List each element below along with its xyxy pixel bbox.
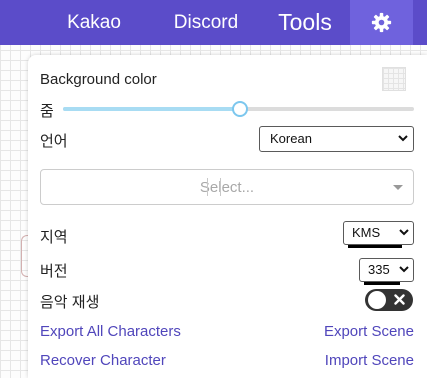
zoom-label: 줌 [40, 103, 54, 120]
text-cursor-icon [207, 178, 221, 196]
export-scene-link[interactable]: Export Scene [324, 323, 414, 340]
settings-button[interactable] [350, 0, 413, 45]
background-color-swatch[interactable] [382, 67, 406, 91]
close-icon [394, 294, 405, 305]
chevron-down-icon [399, 266, 409, 273]
zoom-slider-fill [63, 107, 239, 111]
nav-discord[interactable]: Discord [160, 0, 252, 45]
nav-tools[interactable]: Tools [266, 0, 344, 45]
item-select[interactable]: Select... [40, 169, 414, 205]
gear-icon [371, 12, 392, 33]
zoom-slider[interactable] [63, 101, 414, 117]
language-select[interactable]: Korean [259, 126, 414, 152]
zoom-slider-thumb[interactable] [231, 101, 248, 117]
region-underline [348, 245, 402, 248]
version-select[interactable]: 335 [359, 258, 414, 285]
toggle-knob [368, 291, 386, 309]
chevron-down-icon [398, 135, 408, 142]
chevron-down-icon [399, 229, 409, 236]
nav-kakao[interactable]: Kakao [55, 0, 133, 45]
import-scene-link[interactable]: Import Scene [325, 352, 414, 369]
language-select-value: Korean [270, 131, 312, 146]
music-toggle[interactable] [365, 289, 413, 311]
version-label: 버전 [40, 263, 68, 280]
settings-panel: Background color 줌 언어 Korean Select... 지… [28, 55, 427, 378]
region-select-value: KMS [352, 225, 381, 240]
language-label: 언어 [40, 133, 68, 150]
caret-down-icon [393, 185, 403, 190]
background-color-label: Background color [40, 71, 157, 88]
music-label: 음악 재생 [40, 294, 100, 311]
item-select-placeholder: Select... [199, 179, 255, 196]
export-all-characters-link[interactable]: Export All Characters [40, 323, 181, 340]
recover-character-link[interactable]: Recover Character [40, 352, 166, 369]
version-underline [364, 282, 400, 285]
region-select[interactable]: KMS [343, 221, 414, 248]
top-navigation-bar: Kakao Discord Tools [0, 0, 427, 45]
region-label: 지역 [40, 229, 68, 246]
version-select-value: 335 [368, 262, 390, 277]
